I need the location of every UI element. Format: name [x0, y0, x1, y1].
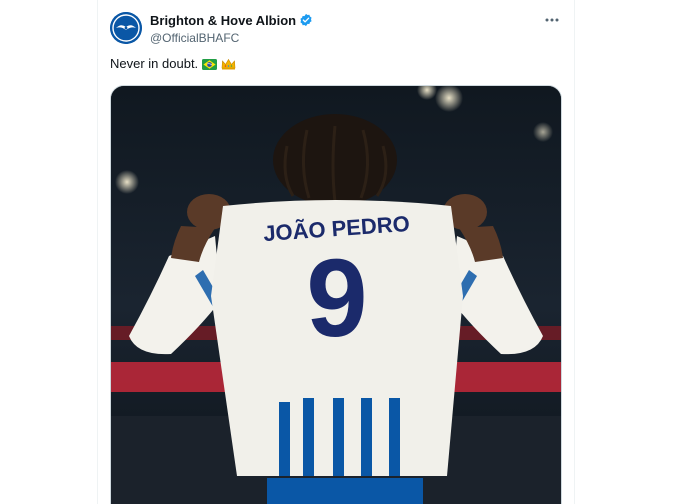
- author-handle[interactable]: @OfficialBHAFC: [150, 31, 313, 45]
- tweet-header: Brighton & Hove Albion @OfficialBHAFC: [110, 10, 564, 50]
- author-display-name[interactable]: Brighton & Hove Albion: [150, 13, 296, 28]
- shirt-number-text: 9: [306, 237, 367, 360]
- brighton-seagull-crest-icon: [110, 12, 142, 44]
- more-options-button[interactable]: [542, 12, 562, 28]
- crown-emoji: [221, 58, 236, 70]
- tweet-photo[interactable]: JOÃO PEDRO 9: [110, 85, 562, 504]
- tweet-text-content: Never in doubt.: [110, 56, 199, 71]
- more-horizontal-icon: [545, 18, 559, 22]
- player-celebration-photo: JOÃO PEDRO 9: [111, 86, 561, 504]
- tweet-card[interactable]: Brighton & Hove Albion @OfficialBHAFC Ne…: [97, 0, 575, 504]
- tweet-text: Never in doubt.: [110, 56, 236, 71]
- page: Brighton & Hove Albion @OfficialBHAFC Ne…: [0, 0, 680, 504]
- verified-badge-icon: [299, 13, 313, 27]
- author-names: Brighton & Hove Albion @OfficialBHAFC: [150, 11, 313, 45]
- brazil-flag-emoji: [202, 58, 218, 70]
- avatar[interactable]: [110, 12, 142, 44]
